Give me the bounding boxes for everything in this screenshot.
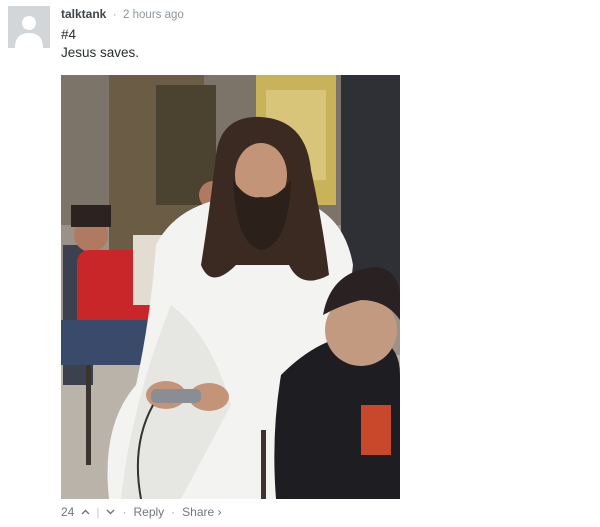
avatar[interactable] [8,6,50,48]
reply-button[interactable]: Reply [133,505,164,519]
author-name[interactable]: talktank [61,7,106,21]
header-separator: · [112,7,117,21]
comment-text-line: Jesus saves. [61,45,140,60]
comment-text-line: #4 [61,27,77,42]
footer-separator: · [122,505,127,519]
comment-timestamp[interactable]: 2 hours ago [123,9,184,21]
user-avatar-icon [8,6,50,48]
comment-image[interactable] [61,75,400,499]
comment-header: talktank · 2 hours ago [61,7,184,22]
comment-footer: 24 | · Reply · Share › [61,505,222,519]
footer-separator: · [171,505,176,519]
vote-count: 24 [61,505,75,519]
photo-illustration [61,75,400,499]
vote-divider: | [96,505,100,519]
share-button[interactable]: Share › [182,505,221,519]
chevron-down-icon[interactable] [105,507,115,518]
chevron-up-icon[interactable] [80,507,90,518]
